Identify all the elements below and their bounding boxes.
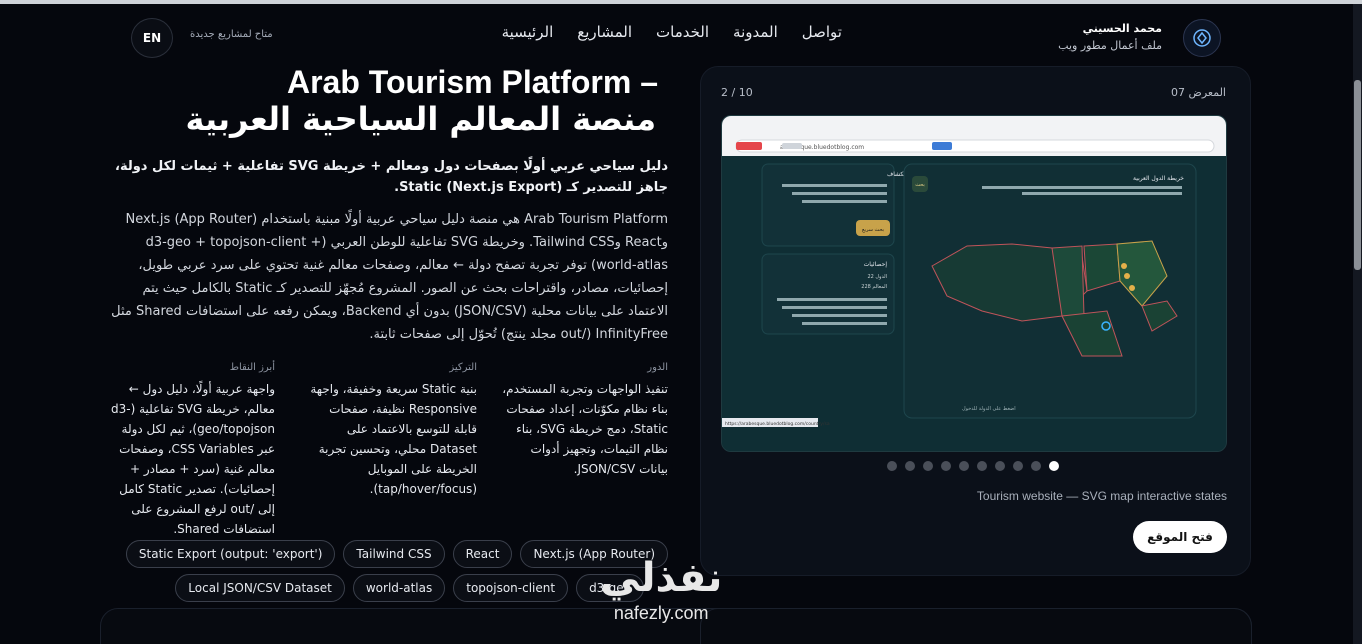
project-title-en: Arab Tourism Platform – [286,64,658,100]
brand-name: محمد الحسيني [1082,22,1162,35]
highlights-text: واجهة عربية أولًا، دليل دول ← معالم، خري… [111,382,275,536]
tag-tailwind: Tailwind CSS [343,540,445,568]
gallery-dot[interactable] [995,461,1005,471]
gallery-dot[interactable] [923,461,933,471]
watermark-ar: نفذلي [600,555,723,601]
nav-services[interactable]: الخدمات [656,23,709,41]
highlights-heading: أبرز النقاط [229,362,275,373]
gallery-screenshot[interactable]: arabesque.bluedotblog.com ابدأ الاستكشاف… [721,115,1227,452]
tech-tags-row2: d3-geo topojson-client world-atlas Local… [175,574,644,602]
tag-local-dataset: Local JSON/CSV Dataset [175,574,345,602]
tag-world-atlas: world-atlas [352,574,446,602]
project-summary: دليل سياحي عربي أولًا بصفحات دول ومعالم … [115,159,668,195]
highlights-column: أبرز النقاط واجهة عربية أولًا، دليل دول … [105,362,275,539]
role-column: الدور تنفيذ الواجهات وتجربة المستخدم، بن… [498,362,668,479]
nav-projects[interactable]: المشاريع [577,23,632,41]
role-text: تنفيذ الواجهات وتجربة المستخدم، بناء نظا… [502,382,668,476]
screenshot-stats-places: المعالم 228 [861,284,887,290]
screenshot-map-title: خريطة الدول العربية [1133,175,1184,182]
screenshot-stats-title: إحصائيات [864,261,888,268]
gallery-counter: 2 / 10 [721,86,753,99]
gallery-dot[interactable] [887,461,897,471]
watermark: نفذلي nafezly.com [600,555,722,624]
gallery-dot[interactable] [977,461,987,471]
focus-column: التركيز بنية Static سريعة وخفيفة، واجهة … [307,362,477,499]
screenshot-footer-link: اضغط على الدولة للدخول [962,406,1016,412]
brand-subtitle: ملف أعمال مطور ويب [1058,39,1162,52]
nav-home[interactable]: الرئيسية [502,23,554,41]
diamond-logo-icon [1193,29,1211,47]
screenshot-image: arabesque.bluedotblog.com ابدأ الاستكشاف… [722,116,1226,451]
screenshot-status-url: https://arabesque.bluedotblog.com/countr… [725,421,830,427]
logo[interactable] [1183,19,1221,57]
tech-tags-row1: Next.js (App Router) React Tailwind CSS … [68,540,668,568]
tag-topojson: topojson-client [453,574,569,602]
gallery-dot[interactable] [959,461,969,471]
main-nav: الرئيسية المشاريع الخدمات المدونة تواصل [502,23,842,41]
screenshot-map-button: بحث [915,182,925,188]
gallery-pagination [887,461,1059,471]
open-site-button[interactable]: فتح الموقع [1133,521,1227,553]
availability-status: متاح لمشاريع جديدة [190,29,273,40]
tag-static-export: Static Export (output: 'export') [125,540,336,568]
gallery-label: المعرض 07 [1171,86,1226,99]
gallery-dot[interactable] [905,461,915,471]
screenshot-side-button: بحث سريع [862,227,884,233]
nav-blog[interactable]: المدونة [733,23,778,41]
gallery-dot[interactable] [1031,461,1041,471]
role-heading: الدور [647,362,668,373]
project-description: Arab Tourism Platform هي منصة دليل سياحي… [111,212,668,342]
tag-react: React [452,540,513,568]
scrollbar-thumb[interactable] [1354,80,1361,270]
screenshot-stats-countries: الدول 22 [867,274,887,280]
gallery-dot[interactable] [1013,461,1023,471]
gallery-dot[interactable] [1049,461,1059,471]
next-section-card-right [700,608,1252,644]
scrollbar[interactable] [1353,4,1362,644]
nav-contact[interactable]: تواصل [802,23,842,41]
focus-heading: التركيز [449,362,477,373]
gallery-caption: Tourism website — SVG map interactive st… [976,489,1227,503]
project-title-ar: منصة المعالم السياحية العربية [185,100,656,138]
gallery-dot[interactable] [941,461,951,471]
watermark-en: nafezly.com [613,603,709,623]
site-header: محمد الحسيني ملف أعمال مطور ويب الرئيسية… [0,4,1352,66]
focus-text: بنية Static سريعة وخفيفة، واجهة Responsi… [310,382,477,496]
language-toggle-button[interactable]: EN [131,18,173,58]
